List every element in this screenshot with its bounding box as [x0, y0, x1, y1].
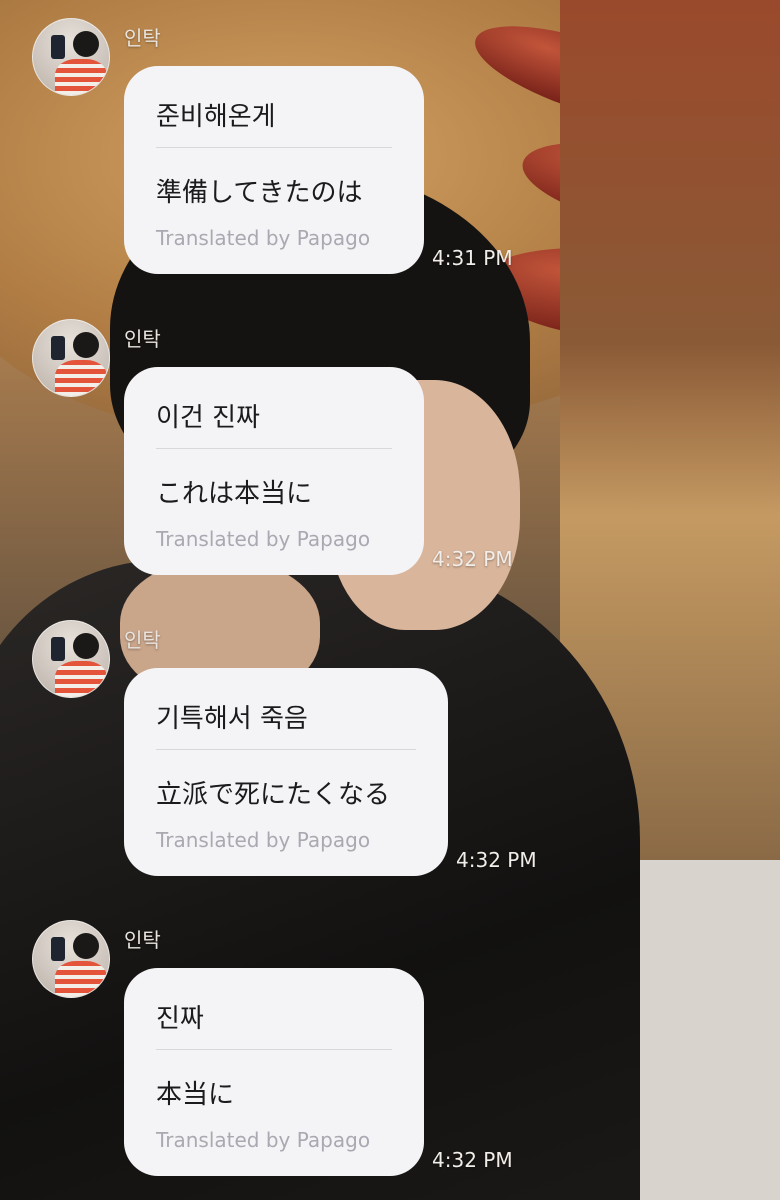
avatar-shirt-shape	[55, 961, 107, 997]
translation-divider	[156, 448, 392, 449]
chat-message: 인탁 진짜 本当に Translated by Papago 4:32 PM	[0, 902, 780, 1202]
sender-name[interactable]: 인탁	[124, 22, 161, 51]
translation-credit: Translated by Papago	[156, 828, 371, 852]
sender-avatar[interactable]	[32, 319, 110, 397]
translation-divider	[156, 147, 392, 148]
avatar-phone-shape	[51, 336, 65, 360]
translation-credit: Translated by Papago	[156, 527, 371, 551]
translated-text: これは本当に	[156, 479, 313, 509]
chat-message: 인탁 이건 진짜 これは本当に Translated by Papago 4:3…	[0, 301, 780, 601]
message-bubble[interactable]: 기특해서 죽음 立派で死にたくなる Translated by Papago	[124, 668, 448, 876]
chat-message: 인탁 준비해온게 準備してきたのは Translated by Papago 4…	[0, 0, 780, 300]
avatar-head-shape	[73, 933, 99, 959]
original-text: 기특해서 죽음	[156, 704, 308, 734]
sender-avatar[interactable]	[32, 620, 110, 698]
avatar-shirt-shape	[55, 59, 107, 95]
message-timestamp: 4:32 PM	[432, 547, 513, 571]
original-text: 진짜	[156, 1004, 204, 1034]
message-timestamp: 4:32 PM	[432, 1148, 513, 1172]
sender-avatar[interactable]	[32, 920, 110, 998]
sender-name[interactable]: 인탁	[124, 924, 161, 953]
original-text: 준비해온게	[156, 102, 276, 132]
sender-name[interactable]: 인탁	[124, 323, 161, 352]
translation-credit: Translated by Papago	[156, 226, 371, 250]
avatar-phone-shape	[51, 35, 65, 59]
translation-credit: Translated by Papago	[156, 1128, 371, 1152]
sender-avatar[interactable]	[32, 18, 110, 96]
message-bubble[interactable]: 진짜 本当に Translated by Papago	[124, 968, 424, 1176]
avatar-phone-shape	[51, 937, 65, 961]
chat-message: 인탁 기특해서 죽음 立派で死にたくなる Translated by Papag…	[0, 602, 780, 902]
avatar-head-shape	[73, 332, 99, 358]
sender-name[interactable]: 인탁	[124, 624, 161, 653]
translation-divider	[156, 1049, 392, 1050]
original-text: 이건 진짜	[156, 403, 260, 433]
avatar-shirt-shape	[55, 661, 107, 697]
message-timestamp: 4:31 PM	[432, 246, 513, 270]
translated-text: 立派で死にたくなる	[156, 780, 391, 810]
translated-text: 本当に	[156, 1080, 235, 1110]
avatar-phone-shape	[51, 637, 65, 661]
translated-text: 準備してきたのは	[156, 178, 363, 208]
avatar-shirt-shape	[55, 360, 107, 396]
translation-divider	[156, 749, 416, 750]
message-timestamp: 4:32 PM	[456, 848, 537, 872]
message-bubble[interactable]: 이건 진짜 これは本当に Translated by Papago	[124, 367, 424, 575]
avatar-head-shape	[73, 31, 99, 57]
message-bubble[interactable]: 준비해온게 準備してきたのは Translated by Papago	[124, 66, 424, 274]
avatar-head-shape	[73, 633, 99, 659]
